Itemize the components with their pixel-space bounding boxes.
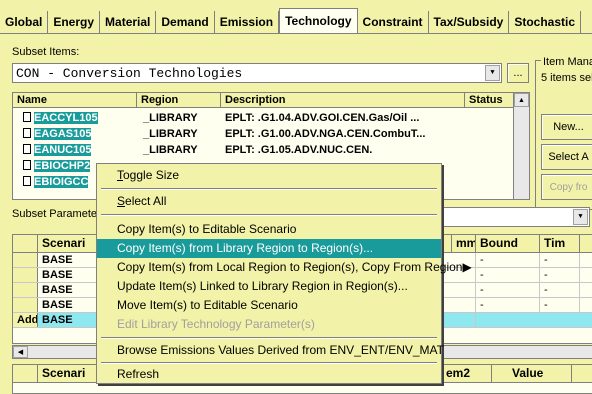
column-header-bound[interactable]: Bound bbox=[476, 235, 540, 252]
subset-items-combo[interactable]: CON - Conversion Technologies ▼ bbox=[12, 63, 502, 83]
column-header-description[interactable]: Description bbox=[221, 93, 465, 107]
item-region: _LIBRARY bbox=[143, 144, 198, 156]
browse-button[interactable]: ... bbox=[507, 63, 529, 83]
table-row[interactable]: EACCYL105 _LIBRARY EPLT: .G1.04.ADV.GOI.… bbox=[13, 110, 529, 126]
item-name: EACCYL105 bbox=[34, 112, 98, 124]
tab-strip: Global Energy Material Demand Emission T… bbox=[0, 8, 592, 34]
copy-from-button[interactable]: Copy fro bbox=[541, 174, 592, 200]
tab-technology[interactable]: Technology bbox=[279, 8, 358, 33]
column-header-commodity[interactable]: mmo bbox=[452, 235, 476, 252]
menu-item-copy-to-editable-scenario[interactable]: Copy Item(s) to Editable Scenario bbox=[97, 220, 441, 239]
table-row[interactable]: EANUC105 _LIBRARY EPLT: .G1.05.ADV.NUC.C… bbox=[13, 142, 529, 158]
subset-items-value: CON - Conversion Technologies bbox=[16, 65, 243, 81]
param-time: - bbox=[540, 268, 580, 282]
document-icon bbox=[23, 112, 31, 122]
param-bound: - bbox=[476, 283, 540, 297]
menu-item-copy-from-library-region[interactable]: Copy Item(s) from Library Region to Regi… bbox=[97, 239, 441, 258]
item-region: _LIBRARY bbox=[143, 112, 198, 124]
menu-item-select-all[interactable]: Select All bbox=[97, 192, 441, 211]
items-selected-count: 5 items sel bbox=[541, 72, 592, 84]
item-region: _LIBRARY bbox=[143, 128, 198, 140]
column-header-region[interactable]: Region bbox=[137, 93, 221, 107]
items-grid-scrollbar[interactable]: ▲ bbox=[513, 93, 529, 199]
item-name: EANUC105 bbox=[34, 144, 92, 156]
subset-items-label: Subset Items: bbox=[12, 46, 80, 58]
item-name: EAGAS105 bbox=[34, 128, 92, 140]
context-menu: Toggle Size Select All Copy Item(s) to E… bbox=[96, 163, 472, 384]
subset-parameters-combo[interactable]: ▼ bbox=[420, 207, 590, 227]
tab-tax-subsidy[interactable]: Tax/Subsidy bbox=[428, 11, 510, 33]
column-header-time[interactable]: Tim bbox=[540, 235, 580, 252]
tab-energy[interactable]: Energy bbox=[48, 11, 101, 33]
submenu-arrow-icon: ▶ bbox=[462, 260, 472, 274]
menu-item-copy-from-local-region[interactable]: Copy Item(s) from Local Region to Region… bbox=[97, 258, 472, 277]
new-button[interactable]: New... bbox=[541, 114, 592, 140]
table-row[interactable]: EAGAS105 _LIBRARY EPLT: .G1.00.ADV.NGA.C… bbox=[13, 126, 529, 142]
item-name: EBIOCHP2 bbox=[34, 160, 91, 172]
param-time: - bbox=[540, 253, 580, 267]
menu-item-toggle-size[interactable]: Toggle Size bbox=[97, 166, 441, 185]
items-grid-header: Name Region Description Status bbox=[13, 93, 529, 108]
tab-emission[interactable]: Emission bbox=[214, 11, 280, 33]
document-icon bbox=[23, 160, 31, 170]
scroll-up-icon[interactable]: ▲ bbox=[514, 93, 529, 107]
select-all-button[interactable]: Select A bbox=[541, 144, 592, 170]
chevron-down-icon[interactable]: ▼ bbox=[485, 65, 500, 81]
document-icon bbox=[23, 144, 31, 154]
menu-item-browse-emissions[interactable]: Browse Emissions Values Derived from ENV… bbox=[97, 341, 444, 360]
item-description: EPLT: .G1.00.ADV.NGA.CEN.CombuT... bbox=[225, 128, 426, 140]
menu-item-edit-library-parameters: Edit Library Technology Parameter(s) bbox=[117, 317, 315, 331]
tab-demand[interactable]: Demand bbox=[156, 11, 215, 33]
item-name: EBIOIGCC bbox=[34, 176, 89, 188]
param-time: - bbox=[540, 283, 580, 297]
subset-parameters-label: Subset Paramete bbox=[12, 208, 97, 220]
tab-global[interactable]: Global bbox=[0, 11, 49, 33]
item-description: EPLT: .G1.04.ADV.GOI.CEN.Gas/Oil ... bbox=[225, 112, 420, 124]
param-bound: - bbox=[476, 298, 540, 312]
tab-material[interactable]: Material bbox=[100, 11, 157, 33]
column-header-value[interactable]: Value bbox=[492, 365, 572, 382]
chevron-down-icon[interactable]: ▼ bbox=[573, 209, 588, 225]
tab-constraint[interactable]: Constraint bbox=[357, 11, 429, 33]
param-bound: - bbox=[476, 268, 540, 282]
param-bound: - bbox=[476, 253, 540, 267]
item-description: EPLT: .G1.05.ADV.NUC.CEN. bbox=[225, 144, 373, 156]
menu-item-update-linked-items[interactable]: Update Item(s) Linked to Library Region … bbox=[97, 277, 441, 296]
document-icon bbox=[23, 128, 31, 138]
item-manager-title: Item Mana bbox=[541, 56, 592, 68]
column-header-item2[interactable]: em2 bbox=[442, 365, 492, 382]
menu-item-move-to-editable-scenario[interactable]: Move Item(s) to Editable Scenario bbox=[97, 296, 441, 315]
tab-stochastic[interactable]: Stochastic bbox=[509, 11, 582, 33]
scroll-left-icon[interactable]: ◀ bbox=[13, 346, 28, 358]
add-row-header[interactable]: Add bbox=[13, 313, 38, 327]
param-time: - bbox=[540, 298, 580, 312]
column-header-status[interactable]: Status bbox=[465, 93, 515, 107]
menu-item-refresh[interactable]: Refresh bbox=[97, 365, 441, 384]
column-header-name[interactable]: Name bbox=[13, 93, 137, 107]
document-icon bbox=[23, 176, 31, 186]
